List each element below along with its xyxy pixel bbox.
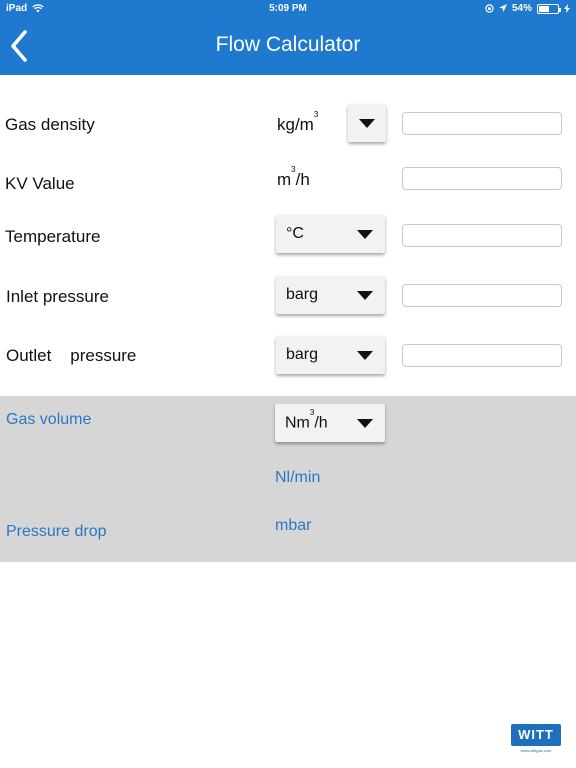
inlet-pressure-selected-unit: barg (286, 286, 319, 303)
gas-density-label: Gas density (5, 115, 95, 134)
charging-bolt-icon (564, 4, 570, 13)
outlet-pressure-selected-unit: barg (286, 346, 319, 363)
results-panel: Gas volume Nm3/h Nl/min Pressure drop mb… (0, 396, 576, 562)
battery-percent: 54% (511, 3, 532, 14)
dropdown-arrow-icon (357, 419, 373, 428)
inlet-pressure-label: Inlet pressure (6, 287, 109, 306)
inlet-pressure-unit-dropdown[interactable]: barg (276, 276, 385, 314)
battery-fill (539, 5, 549, 12)
temperature-selected-unit: °C (286, 225, 304, 242)
gas-density-unit: kg/m3 (277, 110, 319, 134)
dropdown-arrow-icon (359, 119, 375, 128)
dropdown-arrow-icon (357, 351, 373, 360)
gas-density-input[interactable] (402, 112, 562, 135)
temperature-label: Temperature (5, 227, 101, 246)
temperature-unit-dropdown[interactable]: °C (276, 215, 385, 253)
page-title: Flow Calculator (215, 33, 361, 56)
battery-icon (537, 3, 561, 14)
temperature-input[interactable] (402, 224, 562, 247)
app-header: iPad 5:09 PM 54% Flow Calculator (0, 0, 576, 75)
status-right: 54% (485, 3, 570, 14)
kv-value-label: KV Value (5, 174, 75, 193)
outlet-pressure-label: Outlet pressure (6, 346, 137, 365)
inlet-pressure-input[interactable] (402, 284, 562, 307)
pressure-drop-unit: mbar (275, 517, 312, 534)
gas-volume-unit-dropdown[interactable]: Nm3/h (275, 404, 385, 442)
gas-volume-selected-unit: Nm3/h (285, 408, 328, 432)
kv-value-unit: m3/h (277, 165, 310, 189)
dropdown-arrow-icon (357, 291, 373, 300)
pressure-drop-label: Pressure drop (6, 523, 107, 540)
gas-volume-alt-unit: Nl/min (275, 469, 321, 486)
orientation-lock-icon (485, 4, 494, 13)
witt-logo: WITT www.wittgas.com (511, 724, 561, 760)
witt-logo-mark: WITT (511, 724, 561, 746)
dropdown-arrow-icon (357, 230, 373, 239)
kv-value-input[interactable] (402, 167, 562, 190)
witt-logo-url: www.wittgas.com (520, 748, 552, 753)
gas-density-unit-dropdown[interactable] (348, 104, 386, 142)
outlet-pressure-input[interactable] (402, 344, 562, 367)
outlet-pressure-unit-dropdown[interactable]: barg (276, 336, 385, 374)
gas-volume-label: Gas volume (6, 411, 92, 428)
location-arrow-icon (498, 4, 507, 12)
